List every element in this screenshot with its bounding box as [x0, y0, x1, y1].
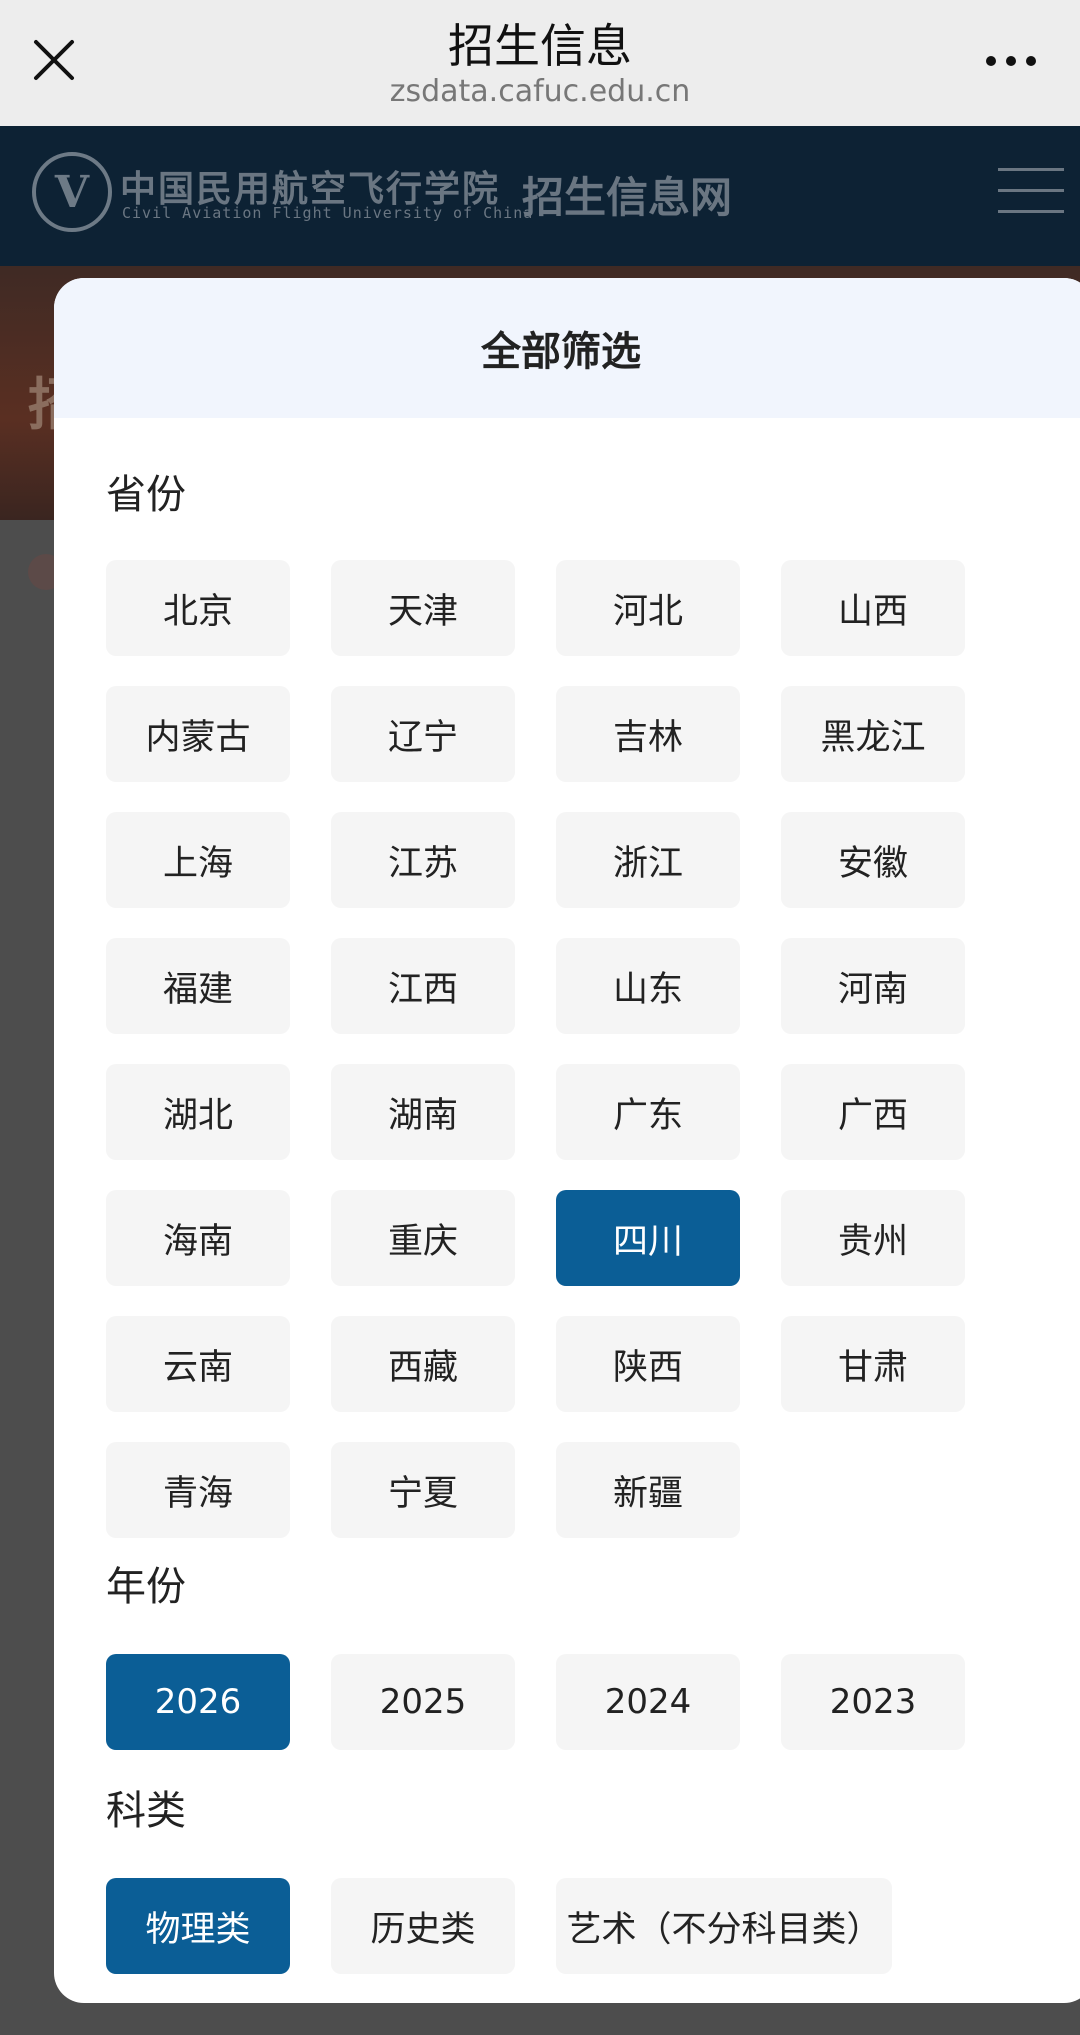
province-option[interactable]: 重庆 — [331, 1190, 515, 1286]
province-option[interactable]: 湖北 — [106, 1064, 290, 1160]
filter-panel: 全部筛选 省份 北京 天津 河北 山西内蒙古 辽宁 吉林 黑龙江上海 江苏 浙江 安徽福建 江西 山东… — [54, 278, 1080, 2003]
year-options: 2026 2025 2024 2023 — [106, 1654, 965, 1750]
site-header: V 中国民用航空飞行学院 Civil Aviation Flight Unive… — [0, 126, 1080, 266]
category-section-label: 科类 — [106, 1788, 186, 1834]
province-option[interactable]: 甘肃 — [781, 1316, 965, 1412]
menu-icon[interactable] — [998, 168, 1064, 231]
category-option[interactable]: 艺术（不分科目类） — [556, 1878, 892, 1974]
filter-panel-title: 全部筛选 — [54, 278, 1080, 418]
province-option[interactable]: 海南 — [106, 1190, 290, 1286]
province-option[interactable]: 福建 — [106, 938, 290, 1034]
province-option[interactable]: 新疆 — [556, 1442, 740, 1538]
year-option[interactable]: 2023 — [781, 1654, 965, 1750]
province-option[interactable]: 贵州 — [781, 1190, 965, 1286]
province-option[interactable]: 黑龙江 — [781, 686, 965, 782]
year-option[interactable]: 2026 — [106, 1654, 290, 1750]
province-options: 北京 天津 河北 山西内蒙古 辽宁 吉林 黑龙江上海 江苏 浙江 安徽福建 江西 山东 河南湖北 湖南 广东… — [106, 560, 965, 1538]
browser-url: zsdata.cafuc.edu.cn — [389, 74, 691, 109]
province-option[interactable]: 吉林 — [556, 686, 740, 782]
province-option[interactable]: 四川 — [556, 1190, 740, 1286]
province-option[interactable]: 内蒙古 — [106, 686, 290, 782]
year-option[interactable]: 2024 — [556, 1654, 740, 1750]
province-option[interactable]: 浙江 — [556, 812, 740, 908]
province-option[interactable]: 安徽 — [781, 812, 965, 908]
province-option[interactable]: 辽宁 — [331, 686, 515, 782]
year-section-label: 年份 — [106, 1564, 186, 1610]
category-option[interactable]: 历史类 — [331, 1878, 515, 1974]
province-option[interactable]: 宁夏 — [331, 1442, 515, 1538]
province-option[interactable]: 江西 — [331, 938, 515, 1034]
province-option[interactable]: 陕西 — [556, 1316, 740, 1412]
province-option[interactable]: 河南 — [781, 938, 965, 1034]
more-options-icon[interactable] — [986, 56, 1036, 66]
province-option[interactable]: 江苏 — [331, 812, 515, 908]
browser-top-bar: 招生信息 zsdata.cafuc.edu.cn — [0, 0, 1080, 126]
province-option[interactable]: 广东 — [556, 1064, 740, 1160]
category-options: 物理类 历史类 艺术（不分科目类） — [106, 1878, 965, 1974]
province-option[interactable]: 广西 — [781, 1064, 965, 1160]
province-option[interactable]: 青海 — [106, 1442, 290, 1538]
province-option[interactable]: 西藏 — [331, 1316, 515, 1412]
province-option[interactable]: 山东 — [556, 938, 740, 1034]
province-option[interactable]: 云南 — [106, 1316, 290, 1412]
site-title: 招生信息网 — [522, 173, 733, 222]
province-option[interactable]: 北京 — [106, 560, 290, 656]
year-option[interactable]: 2025 — [331, 1654, 515, 1750]
browser-page-title: 招生信息 — [448, 19, 632, 73]
province-section-label: 省份 — [106, 472, 186, 518]
province-option[interactable]: 河北 — [556, 560, 740, 656]
province-option[interactable]: 天津 — [331, 560, 515, 656]
university-logo: V — [32, 152, 112, 232]
province-option[interactable]: 湖南 — [331, 1064, 515, 1160]
university-name-en: Civil Aviation Flight University of Chin… — [122, 204, 534, 222]
province-option[interactable]: 上海 — [106, 812, 290, 908]
category-option[interactable]: 物理类 — [106, 1878, 290, 1974]
province-option[interactable]: 山西 — [781, 560, 965, 656]
